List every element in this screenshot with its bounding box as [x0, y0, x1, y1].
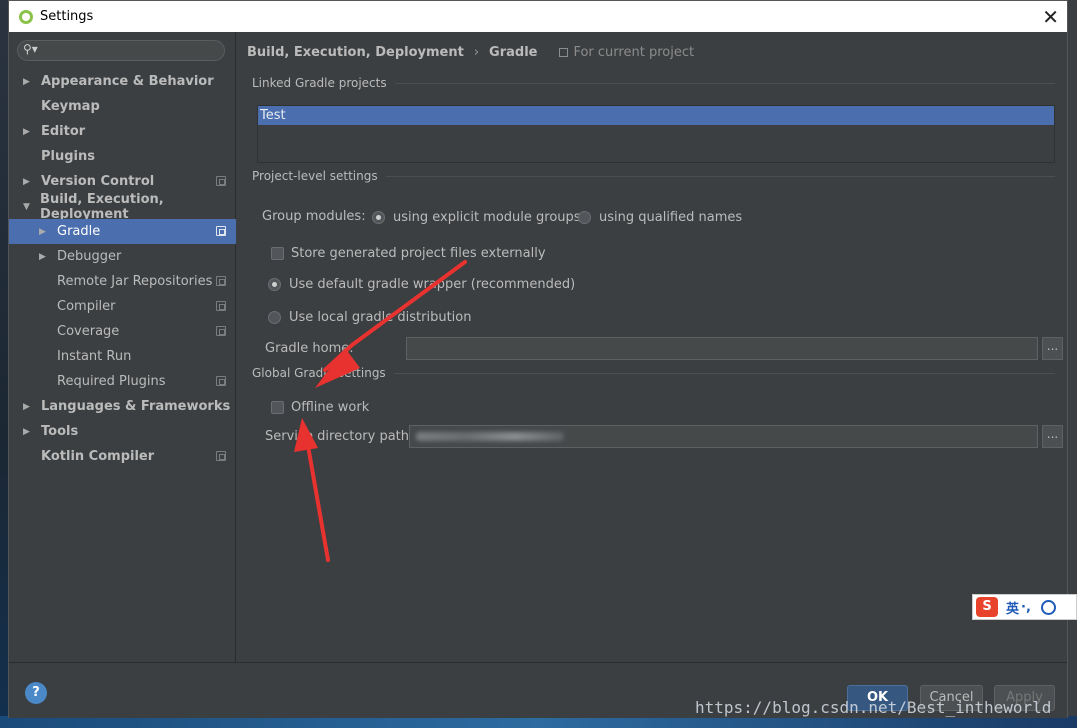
search-input[interactable]: ⚲▾	[17, 40, 225, 61]
sidebar-item-editor[interactable]: ▶ Editor	[9, 119, 236, 144]
redacted-path	[416, 432, 564, 441]
project-scope-icon	[216, 451, 226, 461]
linked-projects-section: Linked Gradle projects	[252, 76, 1055, 90]
sidebar-item-debugger[interactable]: ▶ Debugger	[9, 244, 236, 269]
explicit-groups-radio[interactable]	[372, 211, 385, 224]
project-scope-icon	[216, 376, 226, 386]
breadcrumb-separator: ›	[473, 44, 480, 60]
sidebar-item-label: Remote Jar Repositories	[57, 274, 213, 289]
sidebar-item-label: Editor	[41, 124, 86, 139]
service-directory-browse-button[interactable]: ...	[1042, 425, 1063, 448]
sidebar-item-gradle[interactable]: ▶ Gradle	[9, 219, 236, 244]
project-scope-icon	[216, 326, 226, 336]
service-directory-input[interactable]	[409, 425, 1038, 448]
gradle-home-browse-button[interactable]: ...	[1042, 337, 1063, 360]
project-level-section: Project-level settings	[252, 169, 1055, 183]
search-icon: ⚲▾	[23, 42, 38, 56]
chevron-right-icon[interactable]: ▶	[39, 252, 49, 262]
project-scope-icon	[216, 276, 226, 286]
project-scope-icon	[216, 226, 226, 236]
help-icon[interactable]: ?	[25, 682, 47, 704]
section-title: Project-level settings	[252, 169, 378, 183]
sidebar-item-label: Keymap	[41, 99, 100, 114]
sidebar-item-label: Tools	[41, 424, 79, 439]
store-externally-checkbox[interactable]	[271, 247, 284, 260]
scope-note: For current project	[559, 45, 694, 60]
android-studio-logo-icon	[19, 9, 33, 24]
sidebar-item-label: Compiler	[57, 299, 116, 314]
sidebar-item-instant-run[interactable]: Instant Run	[9, 344, 236, 369]
sidebar-item-compiler[interactable]: Compiler	[9, 294, 236, 319]
project-scope-icon	[216, 301, 226, 311]
sidebar-item-label: Plugins	[41, 149, 95, 164]
gradle-home-input[interactable]	[406, 337, 1038, 360]
ime-toolbar[interactable]: S 英 ·,	[972, 594, 1077, 620]
store-externally-label[interactable]: Store generated project files externally	[291, 246, 546, 261]
offline-work-label[interactable]: Offline work	[291, 400, 369, 415]
sidebar-item-build-execution-deployment[interactable]: ▼ Build, Execution, Deployment	[9, 191, 236, 222]
sidebar-item-label: Build, Execution, Deployment	[40, 191, 164, 222]
sidebar-item-label: Version Control	[41, 174, 155, 189]
chevron-right-icon[interactable]: ▶	[39, 227, 49, 237]
section-title: Linked Gradle projects	[252, 76, 387, 90]
section-title: Global Gradle settings	[252, 366, 386, 380]
service-directory-label: Service directory path:	[265, 429, 414, 444]
sidebar-item-label: Coverage	[57, 324, 120, 339]
chevron-right-icon[interactable]: ▶	[23, 427, 33, 437]
sogou-logo-icon: S	[976, 597, 998, 617]
breadcrumb-parent[interactable]: Build, Execution, Deployment	[247, 45, 464, 60]
offline-work-checkbox[interactable]	[271, 401, 284, 414]
project-scope-icon	[216, 176, 226, 186]
default-wrapper-label[interactable]: Use default gradle wrapper (recommended)	[289, 277, 575, 292]
scope-label: For current project	[573, 44, 695, 60]
sidebar-item-keymap[interactable]: Keymap	[9, 94, 236, 119]
default-wrapper-radio[interactable]	[268, 278, 281, 291]
sidebar-item-label: Appearance & Behavior	[41, 74, 214, 89]
local-distribution-radio[interactable]	[268, 311, 281, 324]
chevron-right-icon[interactable]: ▶	[23, 177, 33, 187]
sidebar-item-label: Debugger	[57, 249, 122, 264]
breadcrumb: Build, Execution, Deployment › Gradle Fo…	[247, 42, 694, 62]
qualified-names-radio[interactable]	[578, 211, 591, 224]
ime-mode-label[interactable]: 英	[1006, 598, 1019, 617]
project-scope-icon	[559, 47, 569, 57]
sidebar-item-tools[interactable]: ▶ Tools	[9, 419, 236, 444]
qualified-names-label[interactable]: using qualified names	[599, 210, 742, 225]
sidebar-item-label: Gradle	[57, 224, 101, 239]
sidebar-item-remote-jar-repositories[interactable]: Remote Jar Repositories	[9, 269, 236, 294]
title-bar: Settings ✕	[9, 1, 1067, 32]
group-modules-label: Group modules:	[262, 209, 366, 224]
sidebar-item-coverage[interactable]: Coverage	[9, 319, 236, 344]
sidebar-item-languages-frameworks[interactable]: ▶ Languages & Frameworks	[9, 394, 236, 419]
chevron-right-icon[interactable]: ▶	[23, 77, 33, 87]
sidebar-item-label: Required Plugins	[57, 374, 166, 389]
settings-tree: ▶ Appearance & Behavior Keymap ▶ Editor Plugi…	[9, 69, 236, 469]
close-icon[interactable]: ✕	[1042, 5, 1059, 29]
linked-projects-list[interactable]: Test	[257, 105, 1055, 163]
gradle-home-label: Gradle home:	[265, 341, 354, 356]
settings-dialog: Settings ✕ ⚲▾ ▶ Appearance & Behavior Keym…	[8, 0, 1068, 718]
sidebar-item-label: Instant Run	[57, 349, 132, 364]
sidebar-item-version-control[interactable]: ▶ Version Control	[9, 169, 236, 194]
sidebar-item-label: Languages & Frameworks	[41, 399, 231, 414]
gradle-settings-panel: Build, Execution, Deployment › Gradle Fo…	[237, 32, 1067, 662]
explicit-groups-label[interactable]: using explicit module groups	[393, 210, 581, 225]
settings-sidebar: ⚲▾ ▶ Appearance & Behavior Keymap ▶ Editor Pl…	[9, 32, 236, 662]
watermark: https://blog.csdn.net/Best_intheworld	[695, 698, 1052, 717]
window-title: Settings	[40, 9, 94, 24]
list-item[interactable]: Test	[258, 106, 1054, 125]
sidebar-item-required-plugins[interactable]: Required Plugins	[9, 369, 236, 394]
sidebar-item-kotlin-compiler[interactable]: Kotlin Compiler	[9, 444, 236, 469]
ime-punct-label[interactable]: ·,	[1021, 600, 1031, 615]
global-settings-section: Global Gradle settings	[252, 366, 1055, 380]
sidebar-item-appearance-behavior[interactable]: ▶ Appearance & Behavior	[9, 69, 236, 94]
local-distribution-label[interactable]: Use local gradle distribution	[289, 310, 471, 325]
emoji-icon[interactable]	[1040, 599, 1056, 615]
chevron-right-icon[interactable]: ▶	[23, 127, 33, 137]
chevron-down-icon[interactable]: ▼	[23, 202, 32, 212]
chevron-right-icon[interactable]: ▶	[23, 402, 33, 412]
sidebar-item-label: Kotlin Compiler	[41, 449, 155, 464]
sidebar-item-plugins[interactable]: Plugins	[9, 144, 236, 169]
breadcrumb-current: Gradle	[489, 44, 538, 60]
